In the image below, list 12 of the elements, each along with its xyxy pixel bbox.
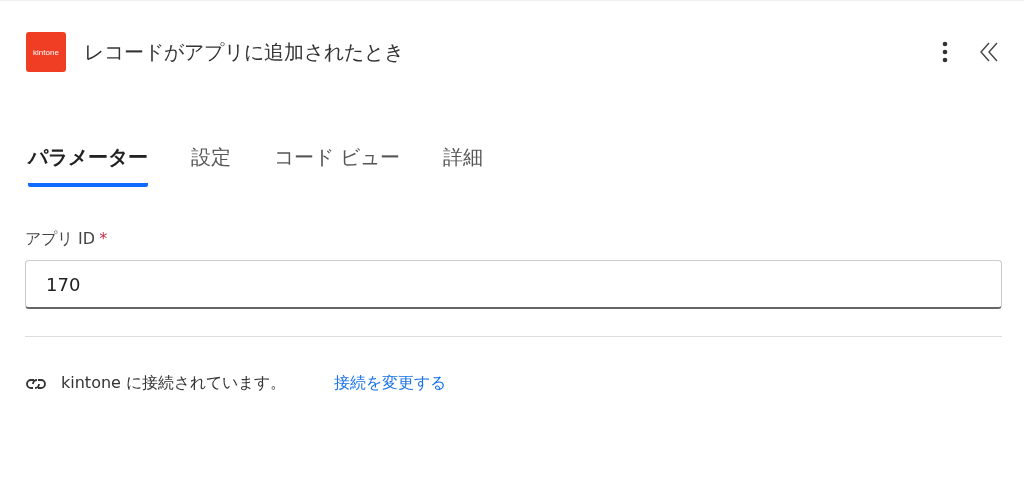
app-logo: kintone bbox=[26, 32, 66, 72]
more-options-icon[interactable] bbox=[942, 41, 948, 63]
change-connection-link[interactable]: 接続を変更する bbox=[334, 373, 446, 394]
tab[interactable]: パラメーター bbox=[28, 144, 148, 187]
connection-status: kintone に接続されています。 bbox=[61, 373, 286, 394]
tab[interactable]: 詳細 bbox=[443, 144, 484, 187]
field-label: アプリ ID * bbox=[25, 229, 109, 250]
tab[interactable]: 設定 bbox=[191, 144, 231, 187]
panel-title: レコードがアプリに追加されたとき bbox=[84, 38, 405, 66]
tab[interactable]: コード ビュー bbox=[274, 144, 401, 187]
app-id-field[interactable]: 170 bbox=[25, 260, 1002, 309]
collapse-icon[interactable] bbox=[980, 42, 998, 62]
